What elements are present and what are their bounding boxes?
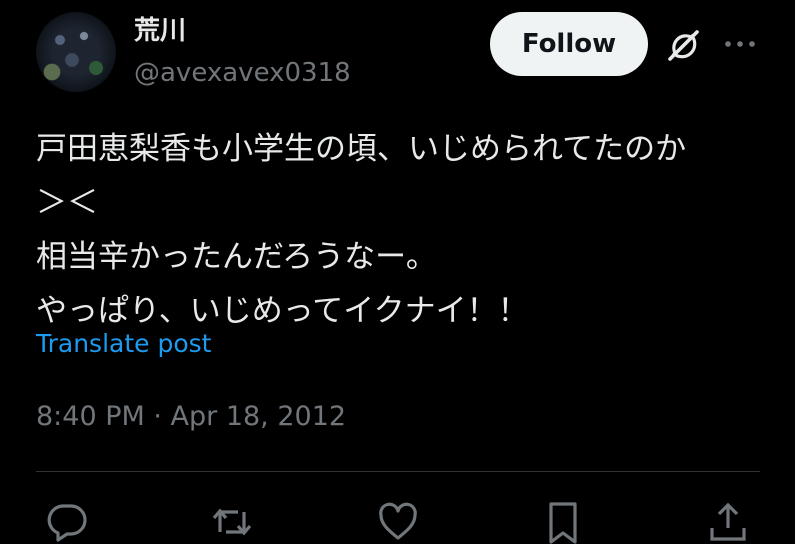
share-icon[interactable]: [706, 500, 750, 544]
repost-icon[interactable]: [210, 500, 254, 544]
avatar[interactable]: [36, 12, 116, 92]
follow-button[interactable]: Follow: [490, 12, 648, 76]
bookmark-icon[interactable]: [541, 500, 585, 544]
tweet-line: 戸田恵梨香も小学生の頃、いじめられてたのか: [36, 131, 687, 167]
translate-post-link[interactable]: Translate post: [36, 326, 211, 362]
tweet-line: 相当辛かったんだろうなー。: [36, 239, 437, 275]
divider: [36, 471, 760, 472]
display-name[interactable]: 荒川: [134, 14, 186, 48]
user-handle[interactable]: @avexavex0318: [134, 56, 351, 90]
grok-icon[interactable]: [664, 26, 702, 64]
more-icon[interactable]: [722, 28, 758, 60]
tweet-line: ＞＜: [36, 185, 98, 221]
timestamp[interactable]: 8:40 PM · Apr 18, 2012: [36, 398, 346, 436]
tweet-text: 戸田恵梨香も小学生の頃、いじめられてたのか ＞＜ 相当辛かったんだろうなー。 や…: [36, 122, 766, 338]
like-icon[interactable]: [376, 500, 420, 544]
reply-icon[interactable]: [45, 500, 89, 544]
